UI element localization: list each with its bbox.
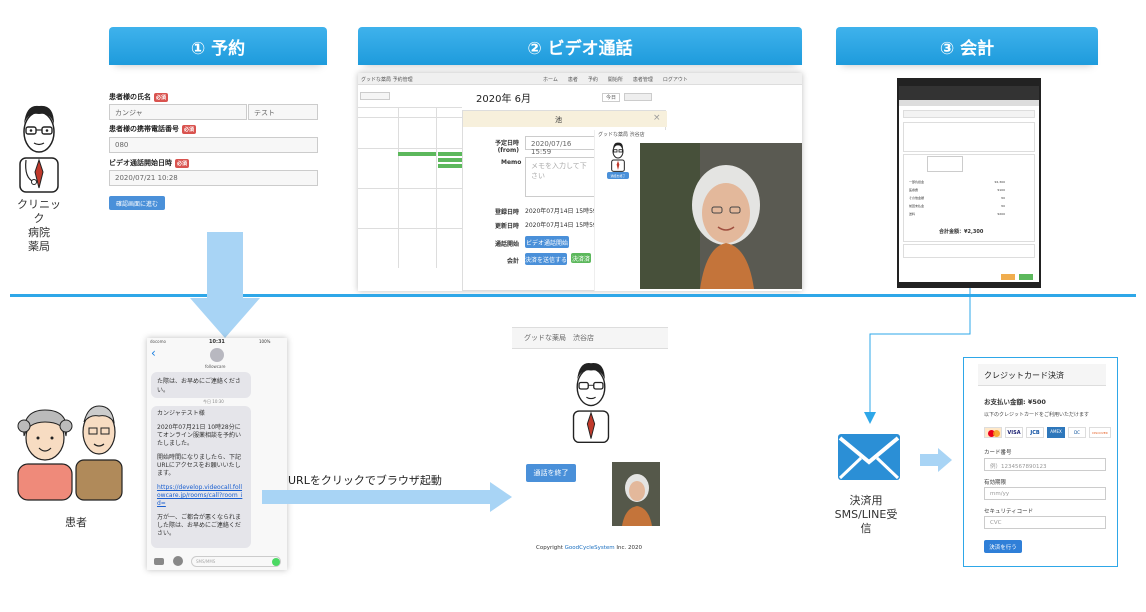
phone-field[interactable]: 080 <box>109 137 318 153</box>
discover-icon: DISCOVER <box>1089 427 1111 438</box>
send-settlement-button[interactable]: 決済を送信する <box>525 253 567 265</box>
patient-self-view-icon <box>612 462 660 526</box>
card-number-label: カード番号 <box>984 450 1012 456</box>
modal-title: 池 <box>555 116 562 124</box>
mastercard-icon <box>984 427 1002 438</box>
accounting-rows: 一部負担金 ¥2,300 医療費 ¥100 その他金額 ¥0 前回未払金 ¥0 送料 ¥2… <box>909 180 1005 216</box>
contact-name: followcare <box>205 364 226 369</box>
camera-icon[interactable] <box>154 558 164 565</box>
sms-link[interactable]: https://develop.videocall.followcare.jp/… <box>157 484 245 508</box>
previous-message: た際は、お早めにご連絡ください。 <box>151 372 251 398</box>
nav-start[interactable]: 開始所 <box>608 76 623 83</box>
calendar-month: 2020年 6月 <box>476 94 531 105</box>
diners-icon: DC <box>1068 427 1086 438</box>
end-call-button[interactable]: 通話を終了 <box>526 464 576 482</box>
calendar-grid <box>358 107 462 291</box>
copyright: Copyright GoodCycleSystem Inc. 2020 <box>536 545 643 551</box>
expiry-input[interactable]: mm/yy <box>984 487 1106 500</box>
modal-close-icon[interactable]: × <box>653 113 661 123</box>
name-field-1[interactable]: カンジャ <box>109 104 247 120</box>
sms-screen: docomo 10:31 100% ‹ followcare た際は、お早めにご… <box>147 338 287 570</box>
end-call-small-button[interactable]: 通話を終了 <box>607 172 629 179</box>
accounting-total: 合計金額：¥2,300 <box>939 229 984 235</box>
card-amount: お支払い金額: ¥500 <box>984 398 1046 406</box>
amex-icon: AMEX <box>1047 427 1065 438</box>
battery: 100% <box>259 339 271 344</box>
down-arrow <box>190 232 260 338</box>
step-3-banner: ③ 会計 <box>836 27 1098 65</box>
patient-caption: 患者 <box>65 516 87 529</box>
scheduled-field[interactable]: 2020/07/16 15:59 <box>525 136 597 156</box>
step-2-banner: ② ビデオ通話 <box>358 27 802 65</box>
store-name: グッドな薬局 渋谷店 <box>524 334 594 342</box>
clinic-caption: クリニック 病院 薬局 <box>17 198 61 253</box>
card-brand-logos: VISA JCB AMEX DC DISCOVER <box>984 427 1111 438</box>
required-badge: 必須 <box>154 92 169 102</box>
pay-button[interactable]: 決済を行う <box>984 540 1022 553</box>
jcb-icon: JCB <box>1026 427 1044 438</box>
confirm-button[interactable]: 確認画面に進む <box>109 196 165 210</box>
sms-message-bubble: カンジャテスト様 2020年07月21日 10時28分にてオンライン服薬相談を予… <box>151 406 251 548</box>
phone-label: 患者様の携帯電話番号 <box>109 125 179 133</box>
arrow-label: URLをクリックでブラウザ起動 <box>288 474 442 487</box>
back-chevron-icon[interactable]: ‹ <box>151 346 156 360</box>
send-icon[interactable] <box>272 558 280 566</box>
appstore-icon[interactable] <box>173 556 183 566</box>
small-right-arrow <box>920 448 952 472</box>
name-field-2[interactable]: テスト <box>248 104 318 120</box>
nav-home[interactable]: ホーム <box>543 76 558 83</box>
today-button[interactable]: 今日 <box>602 93 621 102</box>
status-time: 10:31 <box>209 339 225 345</box>
sms-input[interactable]: SMS/MMS <box>191 556 281 567</box>
doctor-illustration <box>19 105 59 193</box>
mail-icon <box>838 434 900 480</box>
memo-field[interactable]: メモを入力して下さい <box>525 157 599 197</box>
cvc-label: セキュリティコード <box>984 509 1034 515</box>
contact-avatar <box>210 348 224 362</box>
carrier: docomo <box>150 339 166 344</box>
card-note: 以下のクレジットカードをご利用いただけます <box>984 412 1090 418</box>
patient-photo-image <box>640 143 802 289</box>
card-payment-form: クレジットカード決済 お支払い金額: ¥500 以下のクレジットカードをご利用い… <box>963 357 1118 567</box>
patients-illustration <box>17 405 123 501</box>
start-field[interactable]: 2020/07/21 10:28 <box>109 170 318 186</box>
nav-patient[interactable]: 患者 <box>568 76 578 83</box>
reservation-form: 患者様の氏名 必須 カンジャ テスト 患者様の携帯電話番号 必須 080 ビデオ通話… <box>106 88 318 218</box>
step-2-label: ② ビデオ通話 <box>527 38 633 59</box>
nav-patient-mgmt[interactable]: 患者管理 <box>633 76 653 83</box>
connector-line <box>864 288 971 424</box>
card-form-title: クレジットカード決済 <box>984 371 1064 380</box>
visa-icon: VISA <box>1005 427 1023 438</box>
patient-video-feed <box>640 143 802 289</box>
nav-logout[interactable]: ログアウト <box>663 76 688 83</box>
step-3-label: ③ 会計 <box>939 38 995 59</box>
doctor-video-illustration <box>572 363 610 444</box>
card-number-input[interactable]: 例）1234567890123 <box>984 458 1106 471</box>
nav-reservation[interactable]: 予約 <box>588 76 598 83</box>
name-label: 患者様の氏名 <box>109 93 151 101</box>
admin-app-title: グッドな薬局 予約管理 <box>361 77 413 83</box>
cvc-input[interactable]: CVC <box>984 516 1106 529</box>
accounting-tablet: 一部負担金 ¥2,300 医療費 ¥100 その他金額 ¥0 前回未払金 ¥0 送料 ¥2… <box>897 78 1041 288</box>
doctor-small-icon <box>611 142 625 172</box>
start-label: ビデオ通話開始日時 <box>109 159 172 167</box>
expiry-label: 有効期限 <box>984 480 1007 486</box>
settled-badge: 決済済 <box>571 253 591 263</box>
step-1-banner: ① 予約 <box>109 27 327 65</box>
step-1-label: ① 予約 <box>190 38 246 59</box>
video-call-start-button[interactable]: ビデオ通話開始 <box>525 236 569 248</box>
mail-caption: 決済用 SMS/LINE受 信 <box>834 494 898 535</box>
patient-video-screen: グッドな薬局 渋谷店 通話を終了 Copyright GoodCycleSyst… <box>512 327 668 557</box>
